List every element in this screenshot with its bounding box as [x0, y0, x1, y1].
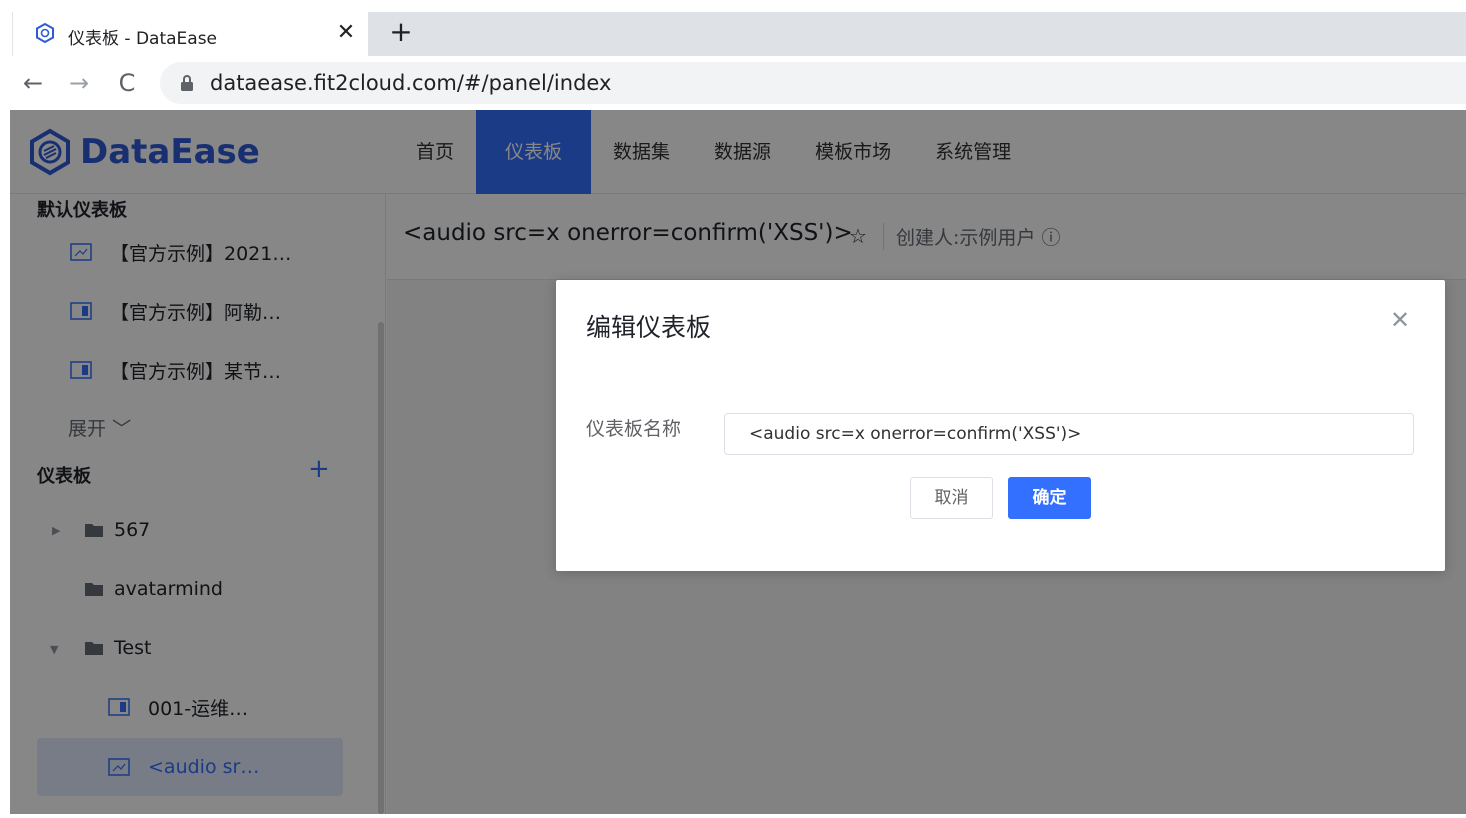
confirm-button[interactable]: 确定 — [1008, 477, 1091, 519]
tabstrip-background — [368, 12, 1466, 56]
screen: 仪表板 - DataEase ✕ + ← → C dataease.fit2cl… — [0, 0, 1466, 818]
cancel-button[interactable]: 取消 — [910, 477, 993, 519]
lock-icon — [181, 75, 193, 91]
edit-panel-dialog: 编辑仪表板 ✕ 仪表板名称 取消 确定 — [556, 280, 1445, 571]
forward-arrow-icon[interactable]: → — [62, 66, 96, 100]
reload-icon[interactable]: C — [110, 66, 144, 100]
browser-tab-active[interactable]: 仪表板 - DataEase ✕ — [12, 12, 368, 56]
tab-title: 仪表板 - DataEase — [68, 29, 218, 49]
url-text: dataease.fit2cloud.com/#/panel/index — [210, 71, 612, 95]
dialog-title: 编辑仪表板 — [586, 313, 712, 342]
dataease-app: DataEase 首页 仪表板 数据集 数据源 模板市场 系统管理 默认仪表板 … — [10, 110, 1466, 814]
address-bar[interactable]: dataease.fit2cloud.com/#/panel/index — [160, 62, 1466, 104]
tab-close-icon[interactable]: ✕ — [331, 18, 361, 48]
browser-toolbar: ← → C dataease.fit2cloud.com/#/panel/ind… — [0, 58, 1466, 110]
back-arrow-icon[interactable]: ← — [16, 66, 50, 100]
panel-name-label: 仪表板名称 — [586, 418, 682, 440]
close-icon[interactable]: ✕ — [1390, 306, 1410, 334]
panel-name-input[interactable] — [724, 413, 1414, 455]
new-tab-button[interactable]: + — [384, 16, 418, 50]
browser-tabstrip: 仪表板 - DataEase ✕ + — [0, 0, 1466, 58]
dataease-favicon-icon — [36, 23, 54, 43]
